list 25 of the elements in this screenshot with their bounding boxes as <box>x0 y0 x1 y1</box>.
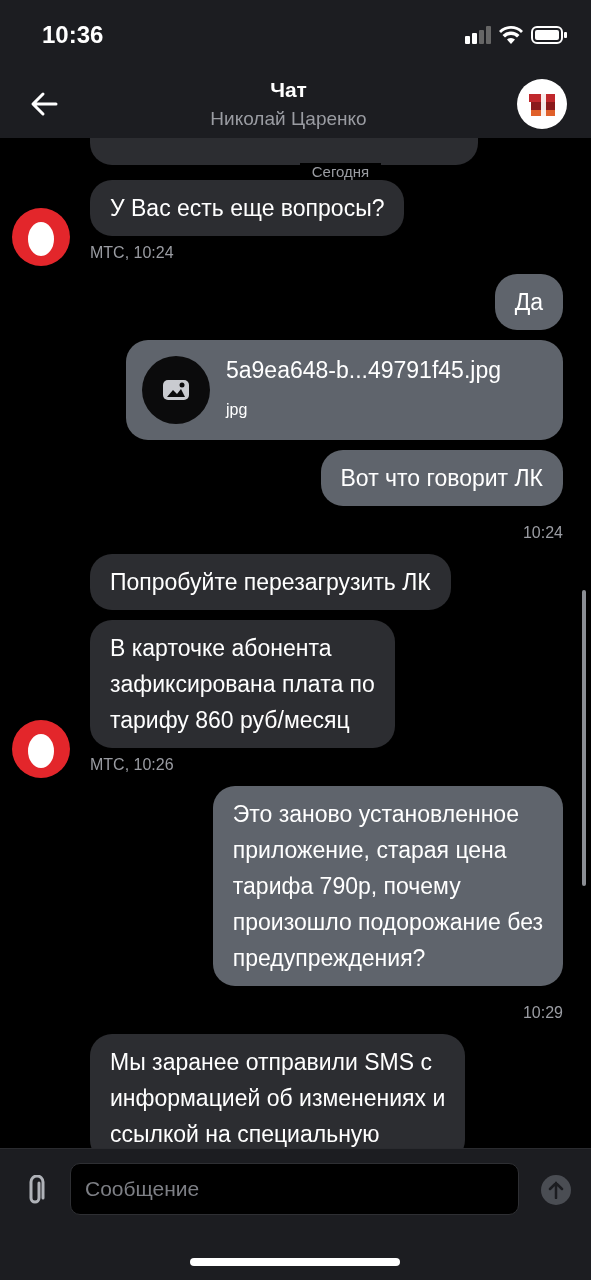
message-meta: 10:29 <box>522 1004 563 1022</box>
message-bubble: Это заново установленное приложение, старая цена тарифа 790р, почему произошло подорожание без предупреждения? <box>212 786 563 986</box>
image-icon <box>162 378 190 402</box>
sender-avatar <box>12 720 70 778</box>
message-meta: МТС, 10:26 <box>90 756 174 774</box>
signal-icon <box>465 26 491 44</box>
message-bubble: Попробуйте перезагрузить ЛК <box>90 554 451 610</box>
chat-subtitle: Николай Царенко <box>210 108 367 130</box>
message-bubble: В карточке абонента зафиксирована плата по тарифу 860 руб/месяц <box>90 620 395 748</box>
wifi-icon <box>499 26 523 44</box>
profile-avatar[interactable] <box>517 79 567 129</box>
message-bubble: Вот что говорит ЛК <box>320 450 563 506</box>
message-meta: МТС, 10:24 <box>90 244 174 262</box>
message-input[interactable]: Сообщение <box>70 1163 519 1215</box>
message-bubble: У Вас есть еще вопросы? <box>90 180 405 236</box>
message-bubble: Да <box>494 274 563 330</box>
message-bubble: Мы заранее отправили SMS с информацией об изменениях и ссылкой на специальную <box>90 1034 466 1148</box>
file-attachment[interactable]: 5a9ea648-b...49791f45.jpg jpg <box>126 340 563 440</box>
chat-title: Чат <box>270 78 307 102</box>
message-meta: 10:24 <box>522 524 563 542</box>
status-time: 10:36 <box>42 21 104 49</box>
battery-icon <box>531 26 567 44</box>
sender-avatar <box>12 208 70 266</box>
arrow-up-icon <box>548 1181 564 1199</box>
date-label: Сегодня <box>299 163 382 180</box>
